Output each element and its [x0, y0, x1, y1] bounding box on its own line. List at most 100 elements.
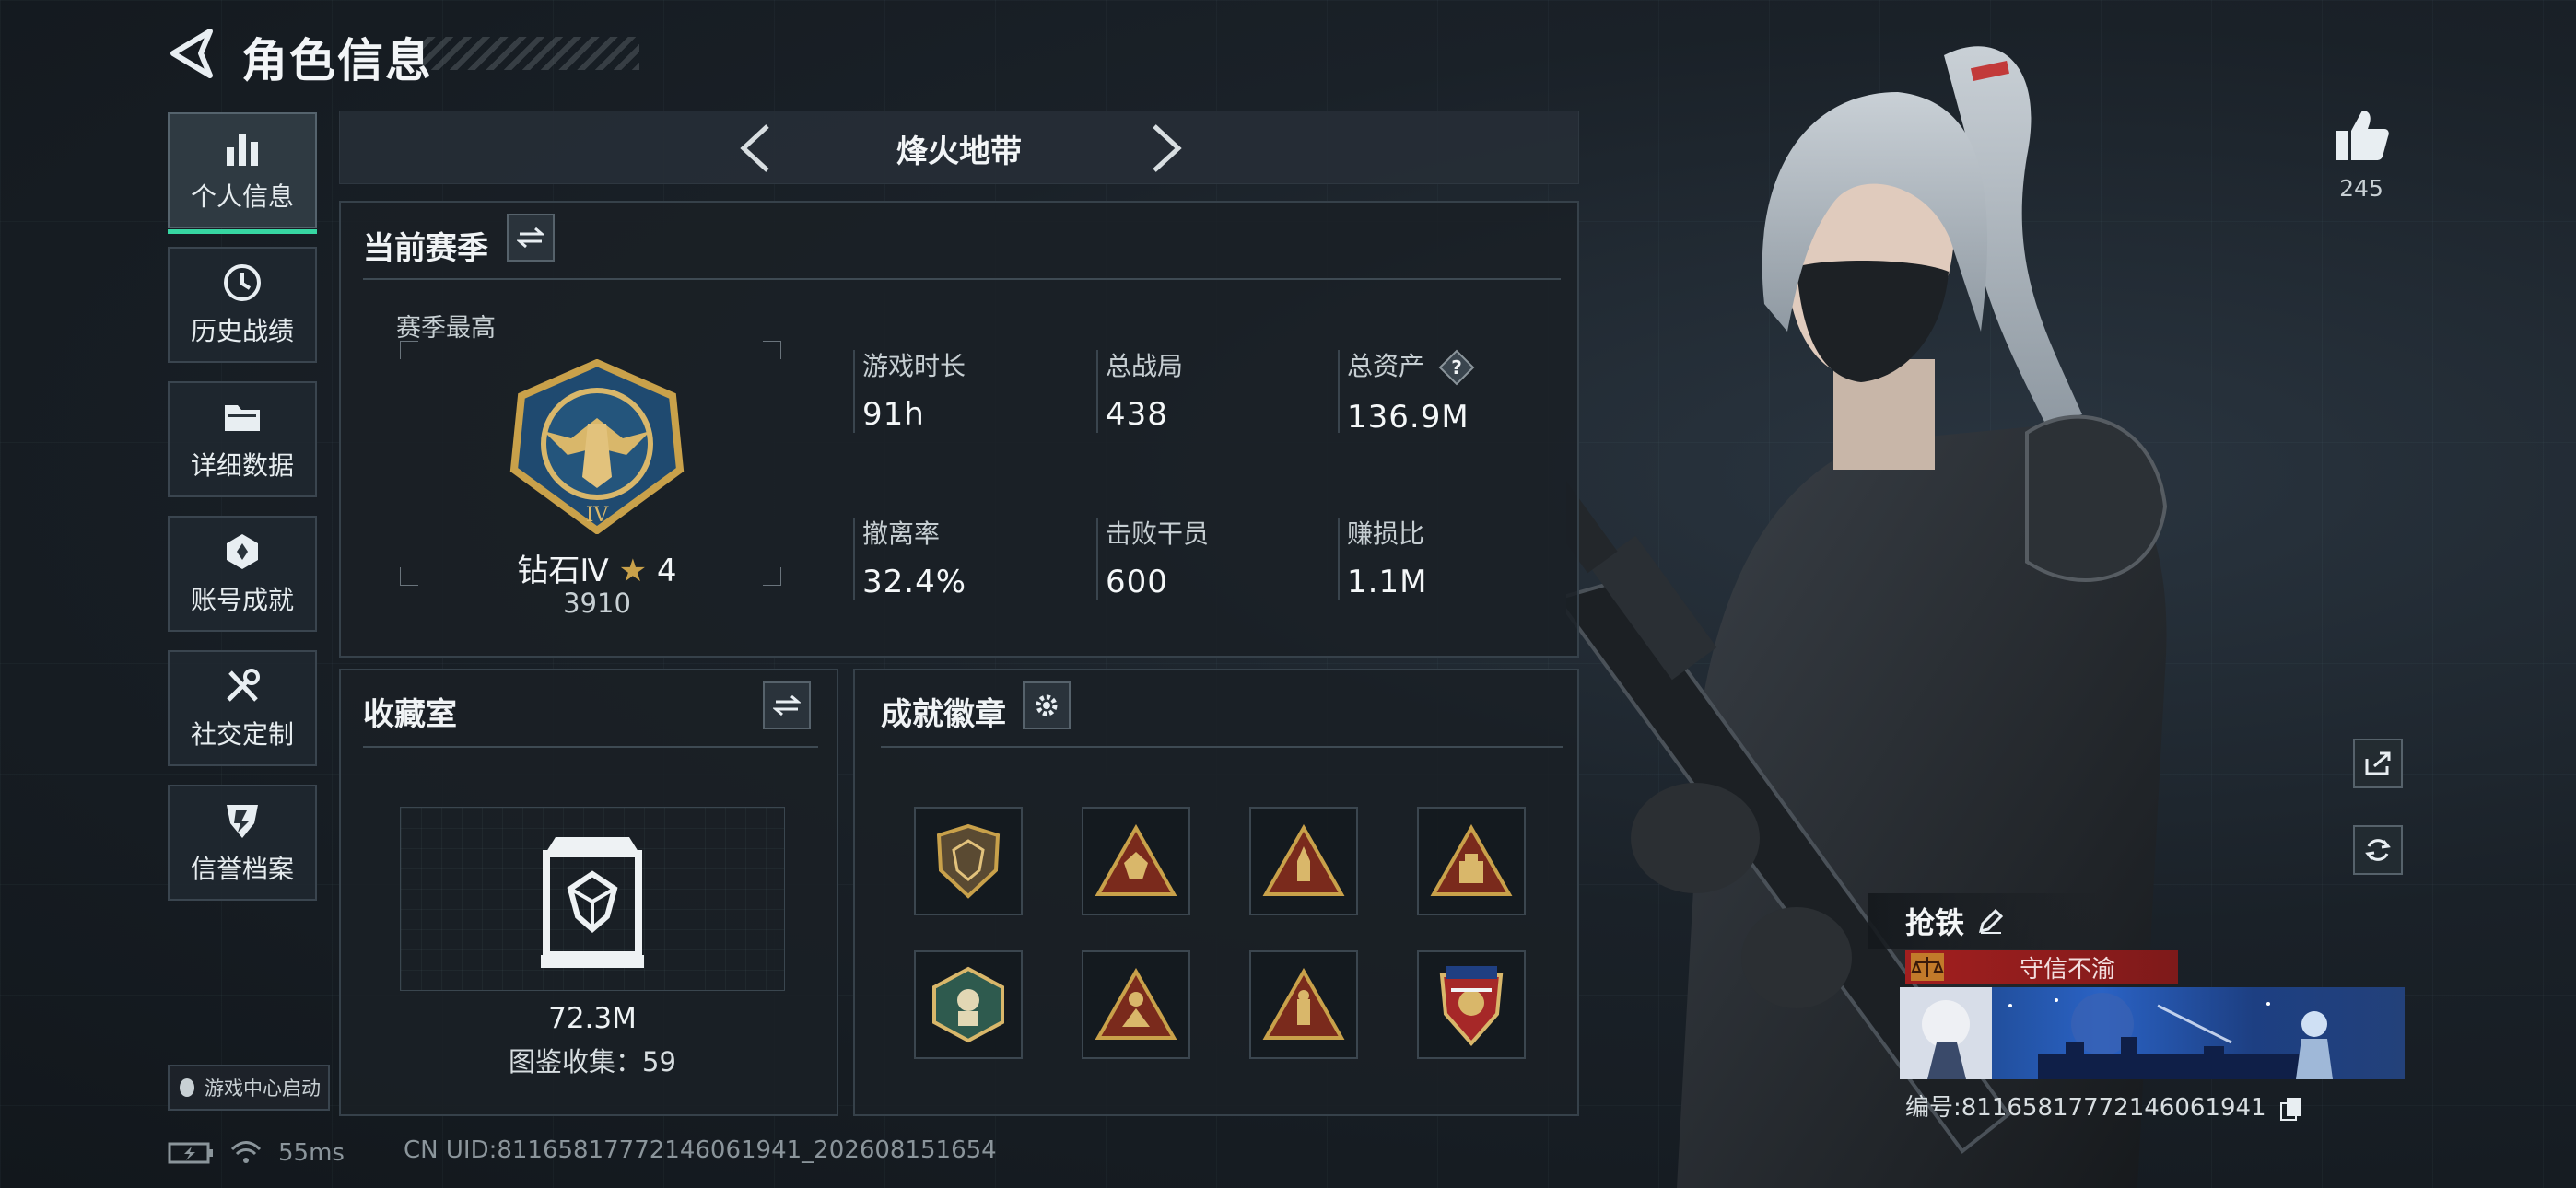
crest-badge-icon: [1439, 966, 1504, 1047]
stat-label: 撤离率: [862, 518, 941, 549]
player-id: 编号:81165817772146061941: [1905, 1089, 2303, 1123]
stat-total-assets: 总资产 ? 136.9M: [1347, 346, 1475, 436]
stat-label: 击败干员: [1106, 518, 1210, 549]
badge-crest[interactable]: [1417, 950, 1526, 1059]
nav-label: 账号成就: [190, 585, 294, 615]
star-icon: ★: [618, 553, 648, 589]
badge-triangle-gem[interactable]: [1082, 807, 1190, 915]
uid-text: CN UID:81165817772146061941_202608151654: [404, 1136, 997, 1164]
triangle-soldier-badge-icon: [1262, 968, 1345, 1040]
divider: [1338, 518, 1340, 600]
refresh-icon: [2365, 839, 2391, 861]
badge-triangle-rocket[interactable]: [1249, 807, 1358, 915]
swap-icon: [517, 227, 544, 249]
player-card: 抢铁 守信不渝 编号:81165817772146061941: [1868, 893, 2405, 1124]
stat-extraction-rate: 撤离率 32.4%: [862, 514, 966, 600]
refresh-button[interactable]: [2353, 825, 2403, 875]
badges-title: 成就徽章: [881, 696, 1006, 733]
rank-points: 3910: [563, 588, 631, 619]
stat-label-text: 总资产: [1347, 351, 1425, 381]
title-decoration: [422, 37, 639, 70]
diamond-rank-emblem-icon: IV: [509, 359, 685, 534]
season-panel: 当前赛季 赛季最高 IV 钻石Ⅳ ★ 4 3910 游戏时长 91h 总战局 4…: [339, 201, 1579, 658]
back-arrow-icon[interactable]: [166, 26, 217, 81]
badge-hexagon[interactable]: [914, 950, 1023, 1059]
rank-name: 钻石Ⅳ ★ 4: [431, 545, 763, 590]
badge-triangle-box[interactable]: [1417, 807, 1526, 915]
copy-icon[interactable]: [2279, 1096, 2303, 1122]
divider: [363, 278, 1561, 280]
stat-total-matches: 总战局 438: [1106, 346, 1183, 433]
triangle-rocket-badge-icon: [1262, 824, 1345, 896]
divider: [363, 746, 818, 748]
title-banner: 守信不渝: [1905, 950, 2178, 984]
collection-panel[interactable]: 收藏室 72.3M 图鉴收集：59: [339, 669, 838, 1116]
night-sky-banner-icon: [1900, 987, 2333, 1079]
season-switch-button[interactable]: [507, 214, 555, 262]
stat-value: 438: [1106, 396, 1168, 433]
hexagon-badge-icon: [932, 966, 1004, 1043]
divider: [1338, 350, 1340, 433]
badges-settings-button[interactable]: [1023, 681, 1071, 729]
svg-text:IV: IV: [586, 504, 610, 527]
badge-triangle-figure[interactable]: [1082, 950, 1190, 1059]
shield-badge-icon: [227, 805, 258, 838]
share-button[interactable]: [2353, 739, 2403, 788]
status-bar: 55ms: [168, 1136, 345, 1170]
edit-pencil-icon[interactable]: [1977, 907, 2005, 935]
badge-triangle-soldier[interactable]: [1249, 950, 1358, 1059]
badge-shield[interactable]: [914, 807, 1023, 915]
divider: [1096, 350, 1098, 433]
badges-panel[interactable]: 成就徽章: [853, 669, 1579, 1116]
stat-value: 136.9M: [1347, 399, 1469, 436]
nav-item-history[interactable]: 历史战绩: [168, 247, 317, 363]
stat-profit-loss: 赚损比 1.1M: [1347, 514, 1427, 600]
history-clock-icon: [224, 264, 261, 301]
qq-penguin-icon: [180, 1078, 194, 1097]
nav-item-personal-info[interactable]: 个人信息: [168, 112, 317, 234]
nav-label: 社交定制: [190, 719, 294, 750]
wifi-icon: [230, 1141, 262, 1163]
display-case-icon: [541, 837, 644, 968]
nav-item-social[interactable]: 社交定制: [168, 650, 317, 766]
stat-value: 1.1M: [1347, 564, 1428, 600]
nav-item-detailed-data[interactable]: 详细数据: [168, 381, 317, 497]
nav-label: 个人信息: [190, 181, 294, 212]
achievement-icon: [227, 534, 258, 569]
stat-label: 总战局: [1106, 351, 1184, 381]
scales-emblem-icon: [1911, 953, 1944, 981]
nav-label: 信誉档案: [190, 854, 294, 884]
chevron-right-icon[interactable]: [1138, 122, 1189, 174]
nav-label: 详细数据: [190, 450, 294, 481]
rank-stars: 4: [656, 553, 677, 589]
ping-value: 55ms: [278, 1139, 345, 1167]
nav-item-credit[interactable]: 信誉档案: [168, 785, 317, 901]
stat-value: 600: [1106, 564, 1168, 600]
tools-icon: [227, 669, 260, 702]
stat-play-time: 游戏时长 91h: [862, 346, 966, 433]
divider: [1096, 518, 1098, 600]
triangle-figure-badge-icon: [1095, 968, 1177, 1040]
nav-item-achievements[interactable]: 账号成就: [168, 516, 317, 632]
swap-icon: [773, 694, 801, 716]
player-name-row: 抢铁: [1868, 893, 2099, 949]
divider: [853, 518, 855, 600]
game-center-button[interactable]: 游戏中心启动: [168, 1065, 330, 1111]
svg-text:?: ?: [1451, 356, 1462, 379]
mode-selector: 烽火地带: [339, 111, 1579, 184]
stat-label: 总资产 ?: [1347, 346, 1475, 386]
stat-value: 32.4%: [862, 564, 967, 600]
player-id-text: 编号:81165817772146061941: [1905, 1094, 2266, 1122]
shield-badge-icon: [936, 823, 1001, 899]
collection-switch-button[interactable]: [763, 681, 811, 729]
thumbs-up-icon[interactable]: [2329, 103, 2394, 168]
page-title: 角色信息: [241, 34, 433, 87]
help-icon[interactable]: ?: [1438, 349, 1475, 386]
triangle-gem-badge-icon: [1095, 824, 1177, 896]
like-count: 245: [2339, 175, 2383, 202]
collection-count: 图鉴收集：59: [509, 1046, 676, 1077]
nav-label: 历史战绩: [190, 316, 294, 346]
stat-operators-defeated: 击败干员 600: [1106, 514, 1209, 600]
divider: [853, 350, 855, 433]
divider: [881, 746, 1563, 748]
